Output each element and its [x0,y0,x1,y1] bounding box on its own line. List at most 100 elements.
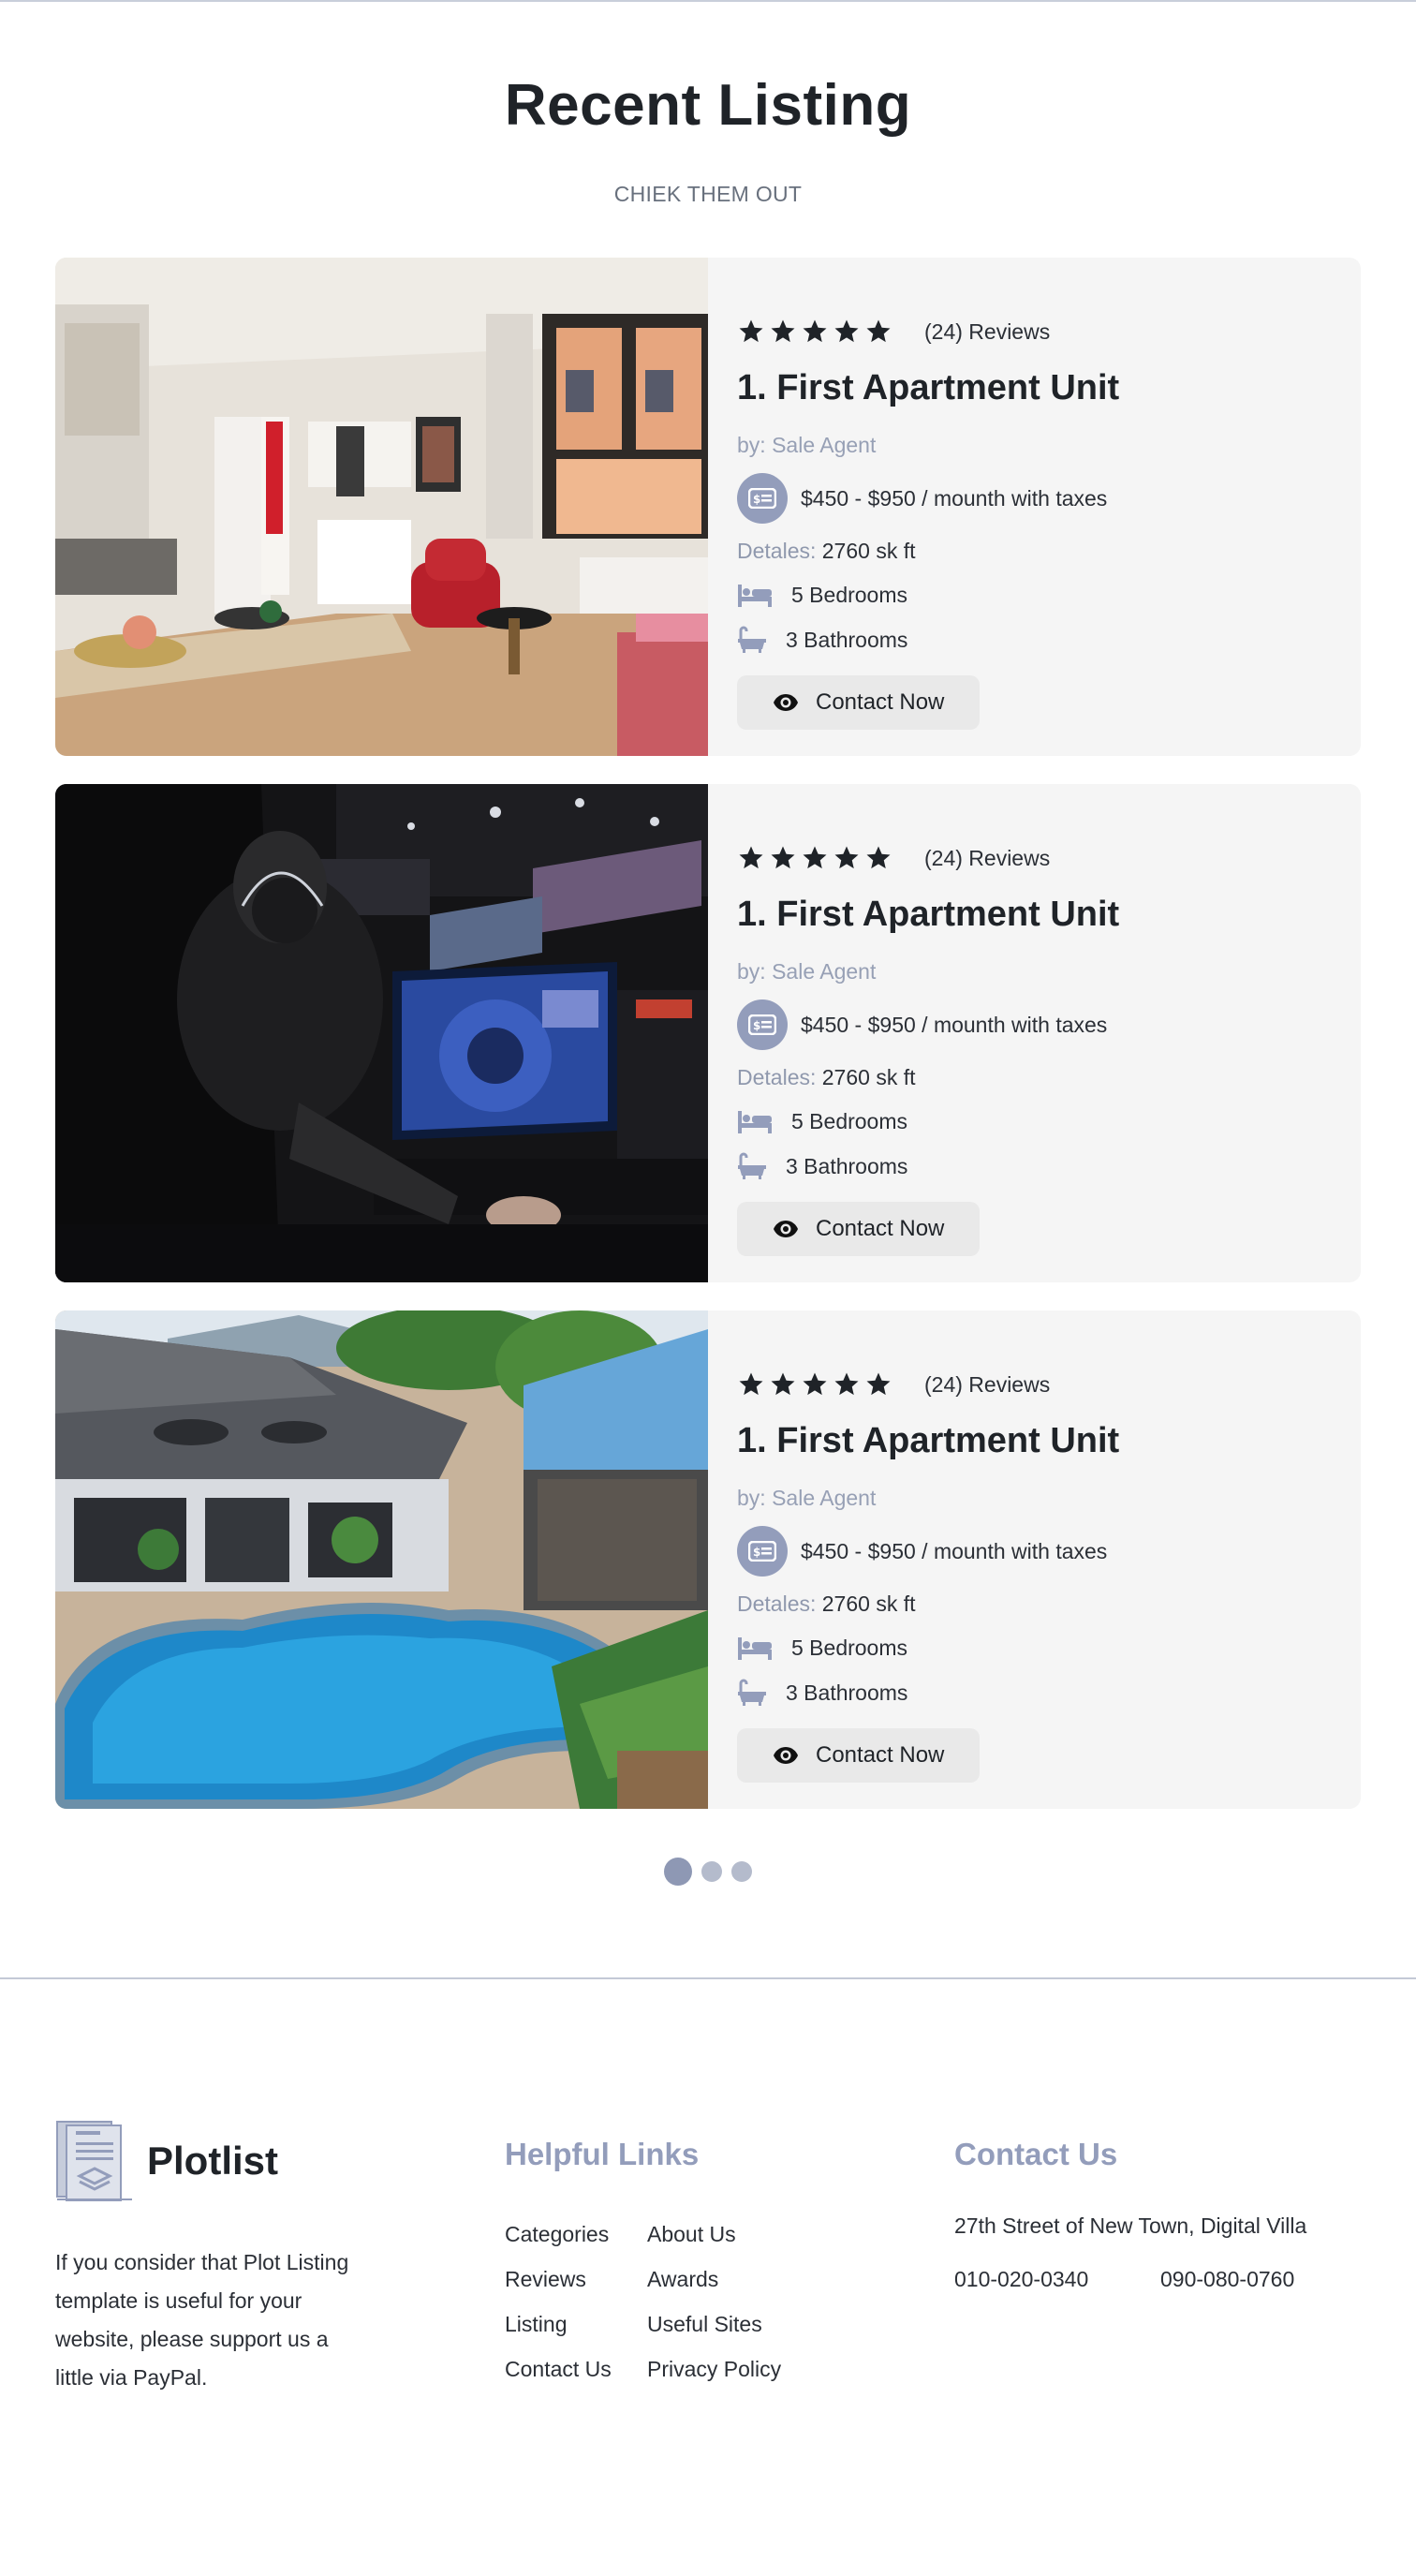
eye-icon [774,1747,798,1764]
svg-text:$: $ [753,493,760,506]
listing-card: (24) Reviews 1. First Apartment Unit by:… [55,258,1361,756]
link-listing[interactable]: Listing [505,2302,647,2347]
contact-now-label: Contact Now [816,689,945,715]
pagination-dot-1[interactable] [664,1858,692,1886]
star-icon [771,1372,795,1396]
star-icon [739,1372,763,1396]
listing-details: (24) Reviews 1. First Apartment Unit by:… [708,784,1361,1282]
star-icon [803,846,827,869]
listing-size: Detales: 2760 sk ft [737,539,1361,564]
link-reviews[interactable]: Reviews [505,2257,647,2302]
carousel-pagination [0,1858,1416,1886]
star-rating [737,318,892,346]
listing-photo-apartment[interactable] [55,258,708,756]
footer-contact-column: Contact Us 27th Street of New Town, Digi… [954,2120,1361,2397]
bedrooms-row: 5 Bedrooms [737,581,1361,609]
listing-card: (24) Reviews 1. First Apartment Unit by:… [55,784,1361,1282]
listing-title[interactable]: 1. First Apartment Unit [737,895,1361,935]
contact-now-button[interactable]: Contact Now [737,1202,981,1256]
apartment-photo-illustration [55,258,708,756]
listing-details: (24) Reviews 1. First Apartment Unit by:… [708,1310,1361,1809]
footer: Plotlist If you consider that Plot Listi… [55,1979,1361,2397]
bathrooms-label: 3 Bathrooms [786,1680,908,1705]
link-useful-sites[interactable]: Useful Sites [647,2302,834,2347]
bed-icon [738,1637,772,1660]
bathrooms-label: 3 Bathrooms [786,1153,908,1178]
brand[interactable]: Plotlist [55,2120,505,2202]
eye-icon [774,1221,798,1237]
star-rating [737,1370,892,1399]
star-icon [739,319,763,343]
agent-name[interactable]: Sale Agent [772,433,876,457]
bedrooms-row: 5 Bedrooms [737,1634,1361,1662]
pagination-dot-3[interactable] [731,1861,752,1882]
price-tag-icon: $ [737,999,788,1050]
eye-icon [774,694,798,711]
listing-details: (24) Reviews 1. First Apartment Unit by:… [708,258,1361,756]
helpful-links-heading: Helpful Links [505,2137,700,2171]
footer-blurb: If you consider that Plot Listing templa… [55,2250,349,2390]
star-icon [834,1372,859,1396]
price-text: $450 - $950 / mounth with taxes [801,485,1108,511]
phone-number-1[interactable]: 010-020-0340 [954,2267,1160,2292]
agent-name[interactable]: Sale Agent [772,1486,876,1510]
star-icon [834,846,859,869]
agent-prefix: by: [737,433,766,457]
details-value: 2760 sk ft [821,1065,916,1089]
listing-agent: by: Sale Agent [737,1486,1361,1511]
price-row: $ $450 - $950 / mounth with taxes [737,999,1361,1050]
bathrooms-row: 3 Bathrooms [737,1679,1361,1707]
star-icon [739,846,763,869]
bed-icon [738,1111,772,1133]
bedrooms-label: 5 Bedrooms [791,582,908,607]
bedrooms-label: 5 Bedrooms [791,1635,908,1660]
rating-row: (24) Reviews [737,318,1361,346]
star-icon [803,1372,827,1396]
link-categories[interactable]: Categories [505,2212,647,2257]
footer-brand-column: Plotlist If you consider that Plot Listi… [55,2120,505,2397]
bathtub-icon [738,626,766,653]
details-label: Detales: [737,1065,817,1089]
contact-now-button[interactable]: Contact Now [737,1728,981,1783]
review-count: (24) Reviews [924,845,1051,870]
bathtub-icon [738,1152,766,1179]
contact-now-label: Contact Now [816,1216,945,1241]
star-icon [834,319,859,343]
pagination-dot-2[interactable] [701,1861,722,1882]
contact-us-heading: Contact Us [954,2137,1118,2171]
bathtub-icon [738,1679,766,1706]
villa-photo-illustration [55,1310,708,1809]
document-stack-logo-icon [56,2121,132,2201]
svg-text:$: $ [753,1019,760,1032]
link-privacy-policy[interactable]: Privacy Policy [647,2347,834,2391]
bedrooms-label: 5 Bedrooms [791,1108,908,1133]
link-awards[interactable]: Awards [647,2257,834,2302]
listing-title[interactable]: 1. First Apartment Unit [737,1421,1361,1461]
gaming-photo-illustration [55,784,708,1282]
contact-phones: 010-020-0340 090-080-0760 [954,2267,1361,2292]
listing-photo-gaming[interactable] [55,784,708,1282]
star-icon [771,319,795,343]
listing-size: Detales: 2760 sk ft [737,1065,1361,1090]
contact-address: 27th Street of New Town, Digital Villa [954,2213,1307,2238]
listing-agent: by: Sale Agent [737,433,1361,458]
bedrooms-row: 5 Bedrooms [737,1107,1361,1135]
listing-list: (24) Reviews 1. First Apartment Unit by:… [55,258,1361,1809]
listing-title[interactable]: 1. First Apartment Unit [737,368,1361,408]
link-contact-us[interactable]: Contact Us [505,2347,647,2391]
agent-name[interactable]: Sale Agent [772,959,876,984]
star-rating [737,844,892,872]
price-row: $ $450 - $950 / mounth with taxes [737,1526,1361,1577]
link-about-us[interactable]: About Us [647,2212,834,2257]
listing-photo-villa[interactable] [55,1310,708,1809]
bathrooms-row: 3 Bathrooms [737,626,1361,654]
section-header: Recent Listing CHIEK THEM OUT [0,2,1416,207]
rating-row: (24) Reviews [737,844,1361,872]
details-label: Detales: [737,539,817,563]
contact-now-button[interactable]: Contact Now [737,675,981,730]
price-tag-icon: $ [737,473,788,524]
star-icon [803,319,827,343]
phone-number-2[interactable]: 090-080-0760 [1160,2267,1294,2292]
agent-prefix: by: [737,959,766,984]
price-row: $ $450 - $950 / mounth with taxes [737,473,1361,524]
